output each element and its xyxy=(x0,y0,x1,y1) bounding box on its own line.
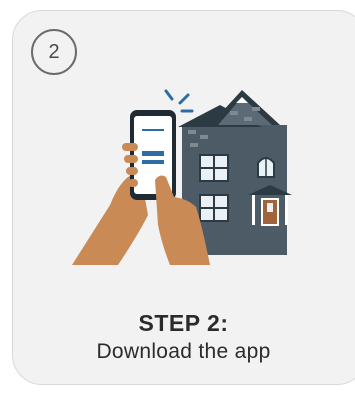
step-number-badge: 2 xyxy=(31,29,77,75)
download-app-illustration xyxy=(72,89,292,265)
signal-icon xyxy=(164,89,194,113)
step-description: Download the app xyxy=(96,340,271,363)
step-title: STEP 2: xyxy=(138,310,229,336)
step-number: 2 xyxy=(48,40,60,63)
